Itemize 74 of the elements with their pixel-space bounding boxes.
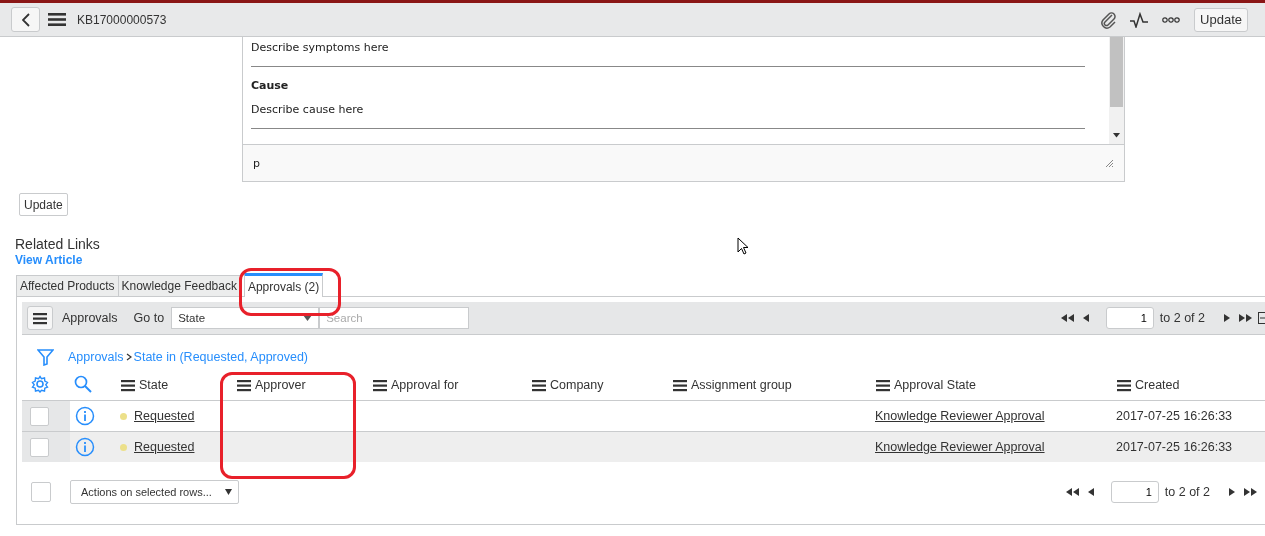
menu-icon: [121, 378, 135, 392]
menu-icon[interactable]: [48, 13, 66, 26]
first-page-icon[interactable]: [1060, 313, 1074, 323]
editor-text: Describe symptoms here: [251, 41, 390, 55]
element-path: p: [253, 156, 260, 170]
info-icon[interactable]: [75, 406, 95, 426]
first-page-icon[interactable]: [1065, 487, 1079, 497]
tab[interactable]: Knowledge Feedback: [117, 275, 241, 296]
arrow-down-icon: [1113, 133, 1120, 138]
menu-icon: [237, 378, 251, 392]
next-page-icon[interactable]: [1223, 313, 1231, 323]
created-cell: 2017-07-25 16:26:33: [1116, 409, 1233, 423]
page-range: to 2 of 2: [1164, 485, 1210, 499]
actions-select[interactable]: Actions on selected rows...: [70, 480, 239, 504]
column-header[interactable]: Approval for: [391, 378, 459, 392]
state-link[interactable]: Requested: [134, 409, 195, 423]
list-title: Approvals: [62, 311, 118, 325]
menu-icon: [876, 378, 890, 392]
row-checkbox[interactable]: [30, 406, 49, 426]
column-header[interactable]: Assignment group: [691, 378, 792, 392]
settings-icon[interactable]: [31, 374, 49, 393]
page-number-field[interactable]: 1: [1105, 307, 1154, 329]
caret-down-icon: [225, 489, 232, 495]
menu-icon: [673, 378, 687, 392]
page-range: to 2 of 2: [1159, 311, 1205, 325]
state-link[interactable]: Requested: [134, 440, 195, 454]
update-button[interactable]: Update: [19, 193, 68, 216]
approval-state-link[interactable]: Knowledge Reviewer Approval: [875, 409, 1045, 423]
column-header[interactable]: State: [139, 378, 169, 392]
back-button[interactable]: [11, 7, 40, 32]
filter-icon[interactable]: [37, 348, 54, 366]
select-value: Actions on selected rows...: [81, 486, 212, 498]
next-page-icon[interactable]: [1228, 487, 1236, 497]
select-value: State: [178, 312, 206, 324]
menu-icon: [1117, 378, 1131, 392]
menu-icon: [33, 311, 47, 325]
tab[interactable]: Approvals (2): [243, 273, 324, 297]
row-checkbox[interactable]: [30, 437, 49, 457]
column-header[interactable]: Created: [1135, 378, 1180, 392]
paperclip-icon[interactable]: [1100, 10, 1117, 29]
resize-grip-icon: [1105, 158, 1114, 168]
chevron-left-icon: [21, 12, 30, 27]
editor-heading: Cause: [251, 79, 290, 93]
goto-label: Go to: [133, 311, 165, 325]
tab[interactable]: Affected Products: [16, 275, 119, 296]
record-title: KB17000000573: [77, 12, 167, 27]
column-header[interactable]: Approval State: [894, 378, 976, 392]
caret-down-icon: [303, 315, 313, 321]
list-menu-button[interactable]: [27, 306, 53, 330]
menu-icon: [532, 378, 546, 392]
activity-icon[interactable]: [1130, 11, 1149, 28]
rich-text-editor[interactable]: Describe symptoms here Cause Describe cause here p: [242, 37, 1125, 182]
update-button[interactable]: Update: [1194, 7, 1248, 32]
select-all-checkbox[interactable]: [31, 482, 51, 502]
previous-page-icon[interactable]: [1086, 487, 1095, 497]
menu-icon: [373, 378, 387, 392]
section-heading: Related Links: [15, 235, 100, 253]
goto-field-select[interactable]: State: [171, 307, 320, 329]
approval-state-link[interactable]: Knowledge Reviewer Approval: [875, 440, 1045, 454]
chevron-right-icon: [125, 353, 132, 361]
search-icon[interactable]: [74, 374, 92, 393]
previous-page-icon[interactable]: [1081, 313, 1090, 323]
column-header[interactable]: Approver: [255, 378, 306, 392]
editor-text: Describe cause here: [251, 103, 365, 117]
mouse-pointer-icon: [737, 237, 749, 255]
collapse-icon[interactable]: [1258, 312, 1265, 324]
last-page-icon[interactable]: [1239, 313, 1252, 323]
created-cell: 2017-07-25 16:26:33: [1116, 440, 1233, 454]
info-icon[interactable]: [75, 437, 95, 457]
last-page-icon[interactable]: [1244, 487, 1257, 497]
page-number-field[interactable]: 1: [1110, 481, 1159, 503]
scrollbar[interactable]: [1109, 37, 1124, 144]
more-icon[interactable]: [1162, 16, 1181, 23]
column-header[interactable]: Company: [550, 378, 604, 392]
